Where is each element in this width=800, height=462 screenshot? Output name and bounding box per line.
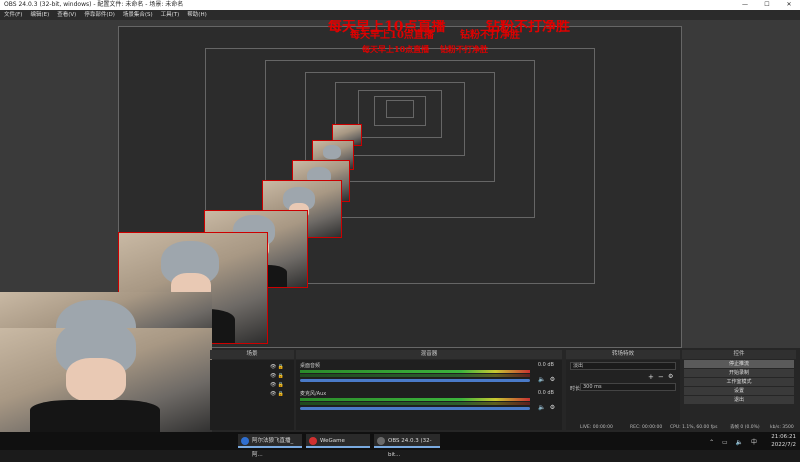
source-visibility-icons-3[interactable]: 👁 🔒: [270, 382, 292, 388]
scene-transitions: 淡出 + − ⚙ 时长 300 ms: [566, 360, 680, 430]
volume-meter: [300, 374, 530, 377]
gear-icon[interactable]: ⚙: [549, 404, 556, 411]
taskbar-item-obs[interactable]: OBS 24.0.3 (32-bit...: [374, 434, 440, 458]
menu-help[interactable]: 帮助(H): [187, 10, 206, 20]
mixer-row-mic: 麦克风/Aux 0.0 dB 🔈 ⚙: [300, 390, 558, 412]
scenes-panel-title: 场景: [210, 350, 294, 359]
mixer-db-readout: 0.0 dB: [537, 390, 554, 396]
speaker-icon[interactable]: 🔈: [538, 376, 545, 383]
window-controls: — ☐ ✕: [734, 0, 800, 10]
mixer-source-name: 桌面音频: [300, 363, 321, 369]
clock-date: 2022/7/2: [771, 442, 796, 448]
windows-taskbar: 阿尔法狼飞直播_阿... WeGame OBS 24.0.3 (32-bit..…: [0, 432, 800, 458]
cpu-readout: CPU: 1.1%, 60.00 fps: [670, 425, 718, 430]
source-visibility-icons-1[interactable]: 👁 🔒: [270, 364, 292, 370]
taskbar-item-label: 阿尔法狼飞直播_阿...: [252, 438, 294, 458]
stream-banner-left-2: 每天早上10点直播: [350, 30, 434, 41]
window-titlebar: OBS 24.0.3 (32-bit, windows) - 配置文件: 未命名…: [0, 0, 800, 10]
taskbar-item-wegame[interactable]: WeGame: [306, 434, 370, 448]
audio-mixer: 桌面音频 0.0 dB 🔈 ⚙ 麦克风/Aux 0.0 dB 🔈 ⚙: [296, 360, 562, 430]
transitions-panel-title: 转场特效: [566, 350, 680, 359]
menu-bar: 文件(F) 编辑(E) 查看(V) 停靠部件(D) 场景集合(S) 工具(T) …: [0, 10, 800, 20]
mixer-row-desktop: 桌面音频 0.0 dB 🔈 ⚙: [300, 362, 558, 384]
obs-icon: [377, 437, 385, 445]
source-visibility-icons-2[interactable]: 👁 🔒: [270, 373, 292, 379]
volume-meter: [300, 402, 530, 405]
menu-docks[interactable]: 停靠部件(D): [84, 10, 115, 20]
volume-meter: [300, 370, 530, 373]
webcam-capture-main-lower: [0, 328, 212, 434]
stream-banner-right-3: 钻粉不打净胜: [440, 44, 488, 54]
browser-icon: [241, 437, 249, 445]
recursive-preview-8: [386, 100, 414, 118]
add-icon[interactable]: +: [648, 373, 654, 381]
volume-slider[interactable]: [300, 379, 530, 382]
exit-button[interactable]: 退出: [684, 396, 794, 404]
gear-icon[interactable]: ⚙: [668, 373, 673, 380]
minimize-button[interactable]: —: [734, 0, 756, 10]
system-clock[interactable]: 21:06:21 2022/7/2: [771, 432, 796, 450]
bitrate-readout: kb/s: 3500: [770, 425, 794, 430]
source-visibility-icons-4[interactable]: 👁 🔒: [270, 391, 292, 397]
controls-panel: 停止推流 开始录制 工作室模式 设置 退出: [682, 360, 796, 430]
menu-view[interactable]: 查看(V): [57, 10, 76, 20]
maximize-button[interactable]: ☐: [756, 0, 778, 10]
menu-scene-collection[interactable]: 场景集合(S): [123, 10, 153, 20]
volume-slider[interactable]: [300, 407, 530, 410]
preview-canvas[interactable]: 每天早上10点直播 钻粉不打净胜 每天早上10点直播 钻粉不打净胜 每天早上10…: [0, 20, 800, 348]
dropped-frames: 丢帧 0 (0.0%): [730, 425, 760, 430]
status-bar: LIVE: 00:00:00 REC: 00:00:00 CPU: 1.1%, …: [210, 424, 800, 432]
menu-edit[interactable]: 编辑(E): [30, 10, 49, 20]
menu-file[interactable]: 文件(F): [4, 10, 22, 20]
volume-meter: [300, 398, 530, 401]
stream-banner-left-3: 每天早上10点直播: [362, 44, 430, 54]
duration-field[interactable]: 300 ms: [580, 383, 676, 391]
settings-button[interactable]: 设置: [684, 387, 794, 395]
taskbar-item-label: WeGame: [320, 438, 345, 444]
taskbar-item-label: OBS 24.0.3 (32-bit...: [388, 438, 432, 458]
rec-timer: REC: 00:00:00: [630, 425, 663, 430]
mixer-panel-title: 混音器: [296, 350, 562, 359]
transition-select[interactable]: 淡出: [570, 362, 676, 370]
gear-icon[interactable]: ⚙: [549, 376, 556, 383]
obs-dock-panels: 场景 👁 🔒 👁 🔒 👁 🔒 👁 🔒 混音器 桌面音频 0.0 dB 🔈 ⚙ 麦…: [0, 328, 800, 434]
taskbar-item-browser[interactable]: 阿尔法狼飞直播_阿...: [238, 434, 302, 458]
speaker-icon[interactable]: 🔈: [538, 404, 545, 411]
controls-panel-title: 控件: [682, 350, 796, 359]
live-timer: LIVE: 00:00:00: [580, 425, 613, 430]
window-title: OBS 24.0.3 (32-bit, windows) - 配置文件: 未命名…: [4, 1, 184, 8]
remove-icon[interactable]: −: [658, 373, 664, 381]
start-recording-button[interactable]: 开始录制: [684, 369, 794, 377]
menu-tools[interactable]: 工具(T): [161, 10, 180, 20]
wegame-icon: [309, 437, 317, 445]
mixer-source-name: 麦克风/Aux: [300, 391, 327, 397]
mixer-db-readout: 0.0 dB: [537, 362, 554, 368]
clock-time: 21:06:21: [771, 434, 796, 440]
system-tray-icons[interactable]: ⌃ ▭ 🔈 中: [709, 437, 760, 446]
stop-streaming-button[interactable]: 停止推流: [684, 360, 794, 368]
duration-label: 时长: [570, 386, 581, 392]
close-button[interactable]: ✕: [778, 0, 800, 10]
studio-mode-button[interactable]: 工作室模式: [684, 378, 794, 386]
stream-banner-right-2: 钻粉不打净胜: [460, 30, 520, 41]
